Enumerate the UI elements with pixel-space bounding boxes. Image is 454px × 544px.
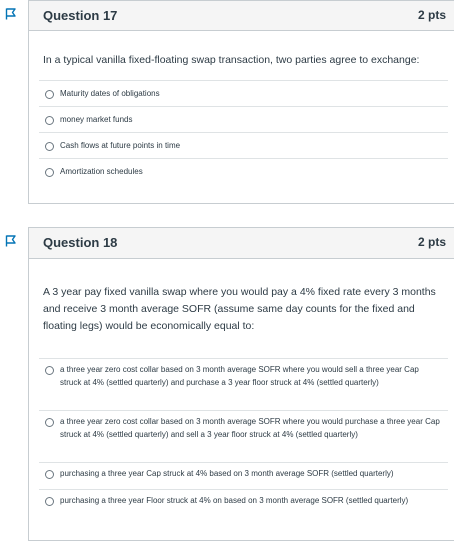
- answer-option[interactable]: purchasing a three year Floor struck at …: [39, 489, 448, 529]
- question-text: A 3 year pay fixed vanilla swap where yo…: [43, 286, 436, 332]
- radio-button[interactable]: [45, 470, 54, 479]
- answer-label[interactable]: Maturity dates of obligations: [60, 87, 440, 100]
- radio-button[interactable]: [45, 168, 54, 177]
- answer-label[interactable]: Amortization schedules: [60, 165, 440, 178]
- question-title: Question 17: [43, 8, 118, 23]
- flag-icon[interactable]: [4, 234, 18, 248]
- answer-option[interactable]: Amortization schedules: [39, 158, 448, 184]
- answer-option[interactable]: purchasing a three year Cap struck at 4%…: [39, 462, 448, 489]
- answer-option[interactable]: Maturity dates of obligations: [39, 80, 448, 106]
- question-18: Question 18 2 pts A 3 year pay fixed van…: [28, 227, 454, 541]
- question-text: In a typical vanilla fixed-floating swap…: [43, 54, 420, 66]
- radio-button[interactable]: [45, 418, 54, 427]
- answer-option[interactable]: Cash flows at future points in time: [39, 132, 448, 158]
- answer-option[interactable]: a three year zero cost collar based on 3…: [39, 410, 448, 462]
- question-17: Question 17 2 pts In a typical vanilla f…: [28, 0, 454, 204]
- answer-option[interactable]: a three year zero cost collar based on 3…: [39, 358, 448, 410]
- answer-list: a three year zero cost collar based on 3…: [39, 358, 448, 529]
- answer-list: Maturity dates of obligations money mark…: [39, 80, 448, 184]
- question-points: 2 pts: [417, 235, 446, 249]
- question-header: Question 18 2 pts: [29, 228, 454, 259]
- question-header: Question 17 2 pts: [29, 1, 454, 31]
- question-points: 2 pts: [417, 8, 446, 22]
- radio-button[interactable]: [45, 116, 54, 125]
- answer-option[interactable]: money market funds: [39, 106, 448, 132]
- radio-button[interactable]: [45, 497, 54, 506]
- radio-button[interactable]: [45, 366, 54, 375]
- radio-button[interactable]: [45, 142, 54, 151]
- answer-label[interactable]: purchasing a three year Floor struck at …: [60, 494, 440, 507]
- flag-icon[interactable]: [4, 7, 18, 21]
- answer-label[interactable]: Cash flows at future points in time: [60, 139, 440, 152]
- answer-label[interactable]: a three year zero cost collar based on 3…: [60, 415, 440, 441]
- question-title: Question 18: [43, 235, 118, 250]
- answer-label[interactable]: a three year zero cost collar based on 3…: [60, 363, 440, 389]
- answer-label[interactable]: money market funds: [60, 113, 440, 126]
- radio-button[interactable]: [45, 90, 54, 99]
- answer-label[interactable]: purchasing a three year Cap struck at 4%…: [60, 467, 440, 480]
